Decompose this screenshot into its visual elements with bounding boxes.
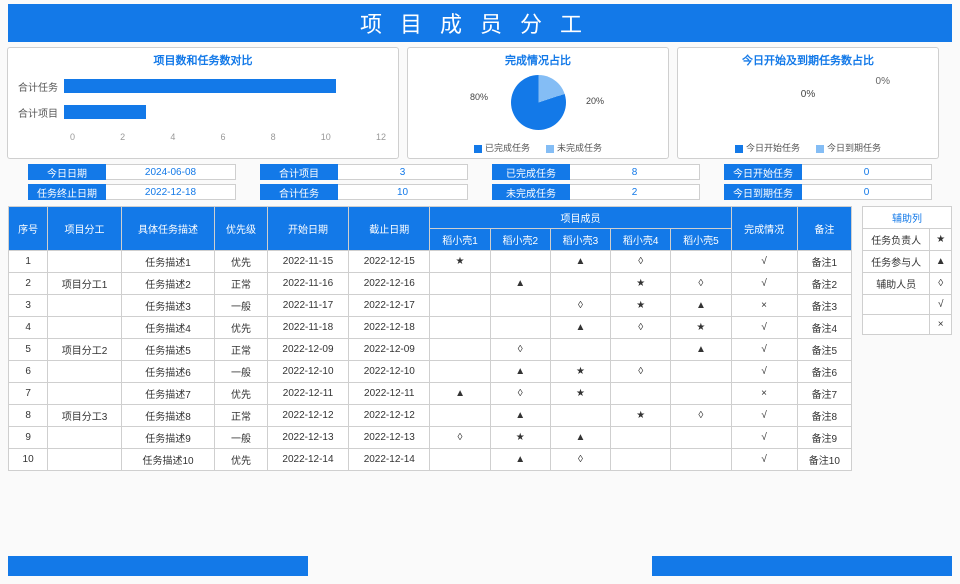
stat-item: 未完成任务2	[492, 184, 700, 200]
tasks-table: 序号项目分工具体任务描述优先级开始日期截止日期项目成员完成情况备注稻小壳1稻小壳…	[8, 206, 852, 471]
aux-row: √	[863, 295, 952, 315]
table-row[interactable]: 4任务描述4优先2022-11-182022-12-18▲◊★√备注4	[9, 317, 852, 339]
pie-icon	[511, 75, 566, 130]
aux-row: 任务参与人▲	[863, 251, 952, 273]
bar-x-axis: 024681012	[70, 132, 390, 142]
aux-column: 辅助列任务负责人★任务参与人▲辅助人员◊√×	[862, 206, 952, 471]
stat-item: 已完成任务8	[492, 164, 700, 180]
bar-fill-tasks	[64, 79, 336, 93]
table-row[interactable]: 8项目分工3任务描述8正常2022-12-122022-12-12▲★◊√备注8	[9, 405, 852, 427]
chart-bar-tasks-vs-projects: 项目数和任务数对比 合计任务 合计项目 024681012	[8, 48, 398, 158]
aux-row: 任务负责人★	[863, 229, 952, 251]
bar-row-projects: 合计项目	[16, 104, 390, 120]
charts-row: 项目数和任务数对比 合计任务 合计项目 024681012 完成情况占比 80%…	[8, 48, 952, 158]
stat-item: 合计任务10	[260, 184, 468, 200]
aux-title: 辅助列	[863, 207, 952, 229]
bottom-decoration	[8, 556, 952, 576]
table-row[interactable]: 6任务描述6一般2022-12-102022-12-10▲★◊√备注6	[9, 361, 852, 383]
bar-area: 合计任务 合计项目 024681012	[16, 72, 390, 142]
table-row[interactable]: 7任务描述7优先2022-12-112022-12-11▲◊★×备注7	[9, 383, 852, 405]
chart2-title: 完成情况占比	[416, 52, 660, 68]
chart1-title: 项目数和任务数对比	[16, 52, 390, 68]
stat-item: 今日到期任务0	[724, 184, 932, 200]
table-row[interactable]: 5项目分工2任务描述5正常2022-12-092022-12-09◊▲√备注5	[9, 339, 852, 361]
stat-item: 合计项目3	[260, 164, 468, 180]
chart2-legend: 已完成任务 未完成任务	[408, 141, 668, 154]
aux-legend-table: 辅助列任务负责人★任务参与人▲辅助人员◊√×	[862, 206, 952, 335]
stat-item: 任务终止日期2022-12-18	[28, 184, 236, 200]
stat-item: 今日日期2024-06-08	[28, 164, 236, 180]
main-table-wrap: 序号项目分工具体任务描述优先级开始日期截止日期项目成员完成情况备注稻小壳1稻小壳…	[8, 206, 852, 471]
page-title: 项目成员分工	[360, 7, 600, 39]
bar-fill-projects	[64, 105, 146, 119]
table-row[interactable]: 1任务描述1优先2022-11-152022-12-15★▲◊√备注1	[9, 251, 852, 273]
stats-row: 今日日期2024-06-08 任务终止日期2022-12-18 合计项目3 合计任务1…	[28, 164, 932, 200]
chart3-title: 今日开始及到期任务数占比	[686, 52, 930, 68]
chart-pie-completion: 完成情况占比 80% 20% 已完成任务 未完成任务	[408, 48, 668, 158]
chart-today-tasks: 今日开始及到期任务数占比 0% 0% 今日开始任务 今日到期任务	[678, 48, 938, 158]
table-row[interactable]: 3任务描述3一般2022-11-172022-12-17◊★▲×备注3	[9, 295, 852, 317]
table-row[interactable]: 9任务描述9一般2022-12-132022-12-13◊★▲√备注9	[9, 427, 852, 449]
aux-row: ×	[863, 315, 952, 335]
pie-label-incomplete: 20%	[586, 96, 604, 106]
bar-row-tasks: 合计任务	[16, 78, 390, 94]
page-title-bar: 项目成员分工	[8, 4, 952, 42]
pie-label-complete: 80%	[470, 92, 488, 102]
stat-item: 今日开始任务0	[724, 164, 932, 180]
table-row[interactable]: 10任务描述10优先2022-12-142022-12-14▲◊√备注10	[9, 449, 852, 471]
chart3-legend: 今日开始任务 今日到期任务	[678, 141, 938, 154]
table-row[interactable]: 2项目分工1任务描述2正常2022-11-162022-12-16▲★◊√备注2	[9, 273, 852, 295]
aux-row: 辅助人员◊	[863, 273, 952, 295]
